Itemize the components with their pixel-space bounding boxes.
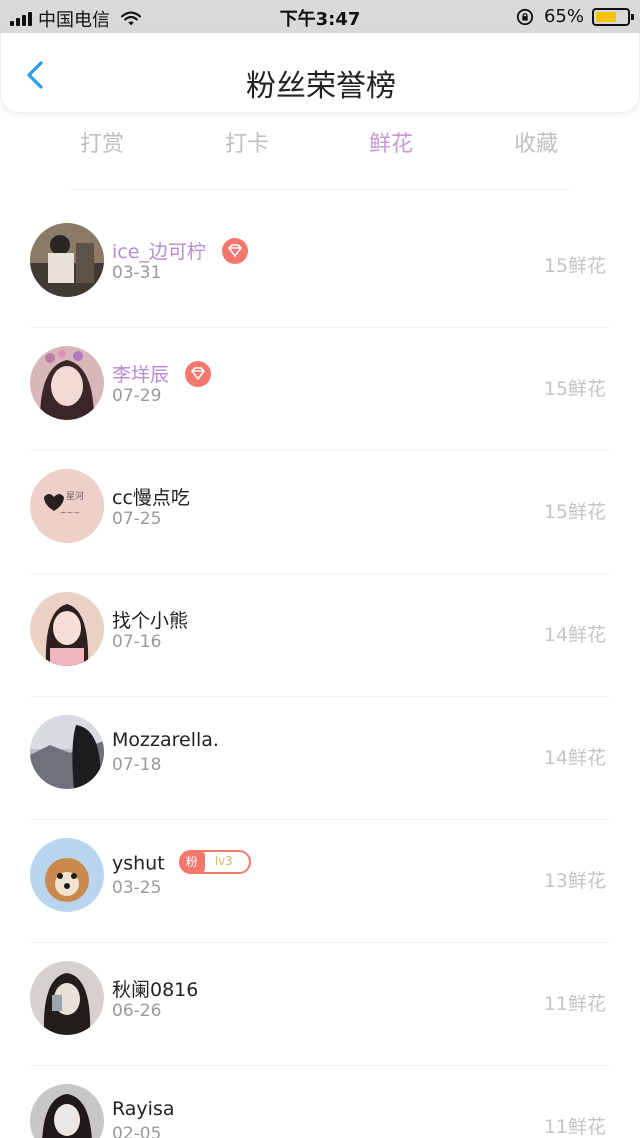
- list-item[interactable]: 找个小熊 07-16 14鲜花: [0, 574, 640, 697]
- fan-date: 03-25: [112, 878, 162, 898]
- avatar[interactable]: [30, 1084, 104, 1138]
- list-item[interactable]: 星河 ~~~ cc慢点吃 07-25 15鲜花: [0, 451, 640, 574]
- tab-bar: 打赏 打卡 鲜花 收藏: [0, 120, 640, 180]
- avatar[interactable]: [30, 223, 104, 297]
- fan-level-badge: 粉 lv3: [178, 850, 251, 874]
- flower-count: 11鲜花: [543, 1116, 606, 1138]
- fan-name-text: 李垟辰: [112, 364, 170, 386]
- list-item[interactable]: Mozzarella. 07-18 14鲜花: [0, 697, 640, 820]
- fan-name: 秋阑0816: [112, 979, 199, 1001]
- svg-text:星河: 星河: [66, 490, 84, 502]
- fan-date: 07-16: [112, 632, 162, 652]
- fan-date: 06-26: [112, 1001, 162, 1021]
- avatar[interactable]: [30, 838, 104, 912]
- avatar[interactable]: 星河 ~~~: [30, 469, 104, 543]
- flower-count: 15鲜花: [543, 501, 606, 523]
- list-item[interactable]: 李垟辰 07-29 15鲜花: [0, 328, 640, 451]
- fan-date: 03-31: [112, 263, 162, 283]
- status-right: 65%: [516, 6, 634, 27]
- rotation-lock-icon: [516, 8, 534, 25]
- fan-date: 07-25: [112, 509, 162, 529]
- fan-name: yshut 粉 lv3: [112, 850, 251, 876]
- battery-icon: [592, 7, 634, 26]
- fan-badge-label: 粉: [178, 850, 205, 874]
- fan-name-text: ice_边可柠: [112, 241, 206, 263]
- avatar[interactable]: [30, 715, 104, 789]
- list-item[interactable]: Rayisa 02-05 11鲜花: [0, 1066, 640, 1138]
- flower-count: 11鲜花: [543, 993, 606, 1015]
- status-bar: 中国电信 下午3:47 65%: [0, 0, 640, 33]
- fan-date: 07-18: [112, 755, 162, 775]
- fan-badge-level: lv3: [214, 854, 233, 868]
- battery-fill: [596, 11, 616, 22]
- list-item[interactable]: yshut 粉 lv3 03-25 13鲜花: [0, 820, 640, 943]
- fan-date: 07-29: [112, 386, 162, 406]
- tab-reward[interactable]: 打赏: [52, 126, 152, 158]
- fan-list: ice_边可柠 03-31 15鲜花 李垟辰 07-29 15鲜花 星河 ~~~…: [0, 205, 640, 1138]
- tabs-divider: [70, 189, 570, 190]
- fan-name: cc慢点吃: [112, 487, 190, 509]
- svg-text:~~~: ~~~: [60, 508, 80, 517]
- fan-name: Rayisa: [112, 1098, 175, 1120]
- avatar[interactable]: [30, 346, 104, 420]
- list-item[interactable]: 秋阑0816 06-26 11鲜花: [0, 943, 640, 1066]
- page-title: 粉丝荣誉榜: [246, 69, 396, 104]
- fan-name: Mozzarella.: [112, 729, 219, 751]
- page: 中国电信 下午3:47 65% 粉丝荣誉榜 打赏 打卡 鲜花 收藏 ice_边可…: [0, 0, 640, 1138]
- fan-name: ice_边可柠: [112, 237, 248, 266]
- fan-name-text: yshut: [112, 852, 165, 875]
- diamond-badge-icon: [221, 237, 248, 264]
- battery-percent: 65%: [543, 6, 584, 27]
- fan-name: 李垟辰: [112, 360, 212, 389]
- tab-favorites[interactable]: 收藏: [486, 126, 586, 158]
- tab-flowers[interactable]: 鲜花: [341, 126, 441, 158]
- nav-header: 粉丝荣誉榜: [0, 33, 640, 113]
- diamond-badge-icon: [185, 360, 212, 387]
- avatar[interactable]: [30, 961, 104, 1035]
- avatar[interactable]: [30, 592, 104, 666]
- list-item[interactable]: ice_边可柠 03-31 15鲜花: [0, 205, 640, 328]
- flower-count: 15鲜花: [543, 378, 606, 400]
- flower-count: 14鲜花: [543, 747, 606, 769]
- flower-count: 14鲜花: [543, 624, 606, 646]
- fan-name: 找个小熊: [112, 610, 189, 632]
- flower-count: 13鲜花: [543, 870, 606, 892]
- tab-checkin[interactable]: 打卡: [197, 126, 297, 158]
- fan-date: 02-05: [112, 1124, 162, 1138]
- flower-count: 15鲜花: [543, 255, 606, 277]
